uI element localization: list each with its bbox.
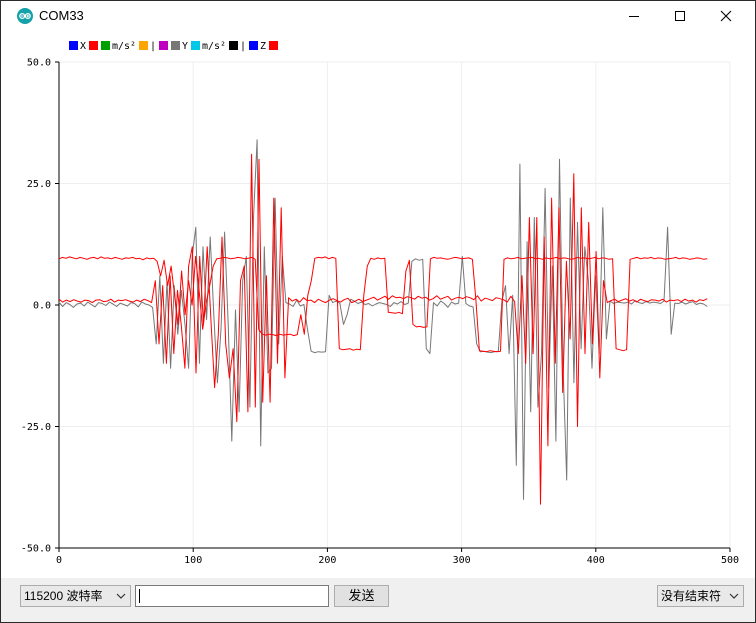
x-tick-label: 100 bbox=[184, 555, 202, 566]
minimize-icon bbox=[629, 16, 639, 17]
legend-label: X bbox=[80, 41, 86, 52]
legend-swatch bbox=[249, 41, 258, 50]
legend-label: m/s² bbox=[202, 41, 226, 52]
line-ending-label: 没有结束符 bbox=[661, 589, 722, 603]
series-line bbox=[58, 153, 708, 505]
close-button[interactable] bbox=[703, 1, 749, 31]
arduino-icon bbox=[17, 8, 33, 24]
line-chart: 50.0 25.0 0.0 -25.0 -50.0 0 100 200 300 400 500 Xm… bbox=[21, 41, 739, 567]
y-tick-label: 50.0 bbox=[27, 58, 51, 69]
x-tick-label: 500 bbox=[721, 555, 739, 566]
legend-label: m/s² bbox=[112, 41, 136, 52]
grid-lines bbox=[59, 61, 731, 549]
legend-label: | bbox=[150, 41, 156, 52]
legend-label: | bbox=[240, 41, 246, 52]
bottom-toolbar: 115200 波特率 发送 没有结束符 bbox=[1, 578, 755, 622]
y-tick-label: -25.0 bbox=[21, 422, 51, 433]
legend-swatch bbox=[229, 41, 238, 50]
serial-plotter-window: COM33 50.0 25.0 0.0 -25.0 -50.0 0 100 200 300 400… bbox=[0, 0, 756, 623]
y-tick-label: -50.0 bbox=[21, 544, 51, 555]
axes: 50.0 25.0 0.0 -25.0 -50.0 0 100 200 300 400 500 bbox=[21, 58, 739, 567]
legend-swatch bbox=[101, 41, 110, 50]
legend-swatch bbox=[171, 41, 180, 50]
legend-label: Z bbox=[260, 41, 266, 52]
legend-swatch bbox=[89, 41, 98, 50]
chevron-down-icon bbox=[116, 586, 126, 612]
baud-rate-label: 115200 波特率 bbox=[24, 589, 103, 603]
window-title: COM33 bbox=[39, 8, 84, 23]
series-line bbox=[58, 139, 708, 500]
minimize-button[interactable] bbox=[611, 1, 657, 31]
y-tick-label: 0.0 bbox=[33, 301, 51, 312]
title-bar[interactable]: COM33 bbox=[1, 1, 755, 31]
chevron-down-icon bbox=[729, 586, 739, 612]
maximize-icon bbox=[675, 11, 685, 21]
y-tick-label: 25.0 bbox=[27, 179, 51, 190]
x-tick-label: 0 bbox=[56, 555, 62, 566]
legend-swatch bbox=[159, 41, 168, 50]
close-icon bbox=[720, 10, 732, 22]
legend-swatch bbox=[139, 41, 148, 50]
legend: Xm/s² | Ym/s² | Z bbox=[69, 41, 278, 52]
line-ending-select[interactable]: 没有结束符 bbox=[657, 585, 744, 607]
series-lines bbox=[58, 139, 708, 505]
plot-area: 50.0 25.0 0.0 -25.0 -50.0 0 100 200 300 400 500 Xm… bbox=[1, 31, 755, 579]
text-caret bbox=[139, 589, 140, 603]
serial-send-input[interactable] bbox=[135, 585, 329, 607]
maximize-button[interactable] bbox=[657, 1, 703, 31]
baud-rate-select[interactable]: 115200 波特率 bbox=[20, 585, 131, 607]
x-tick-label: 400 bbox=[587, 555, 605, 566]
legend-swatch bbox=[269, 41, 278, 50]
send-button[interactable]: 发送 bbox=[334, 585, 389, 607]
legend-swatch bbox=[191, 41, 200, 50]
x-tick-label: 200 bbox=[318, 555, 336, 566]
x-tick-label: 300 bbox=[453, 555, 471, 566]
legend-swatch bbox=[69, 41, 78, 50]
legend-label: Y bbox=[182, 41, 188, 52]
